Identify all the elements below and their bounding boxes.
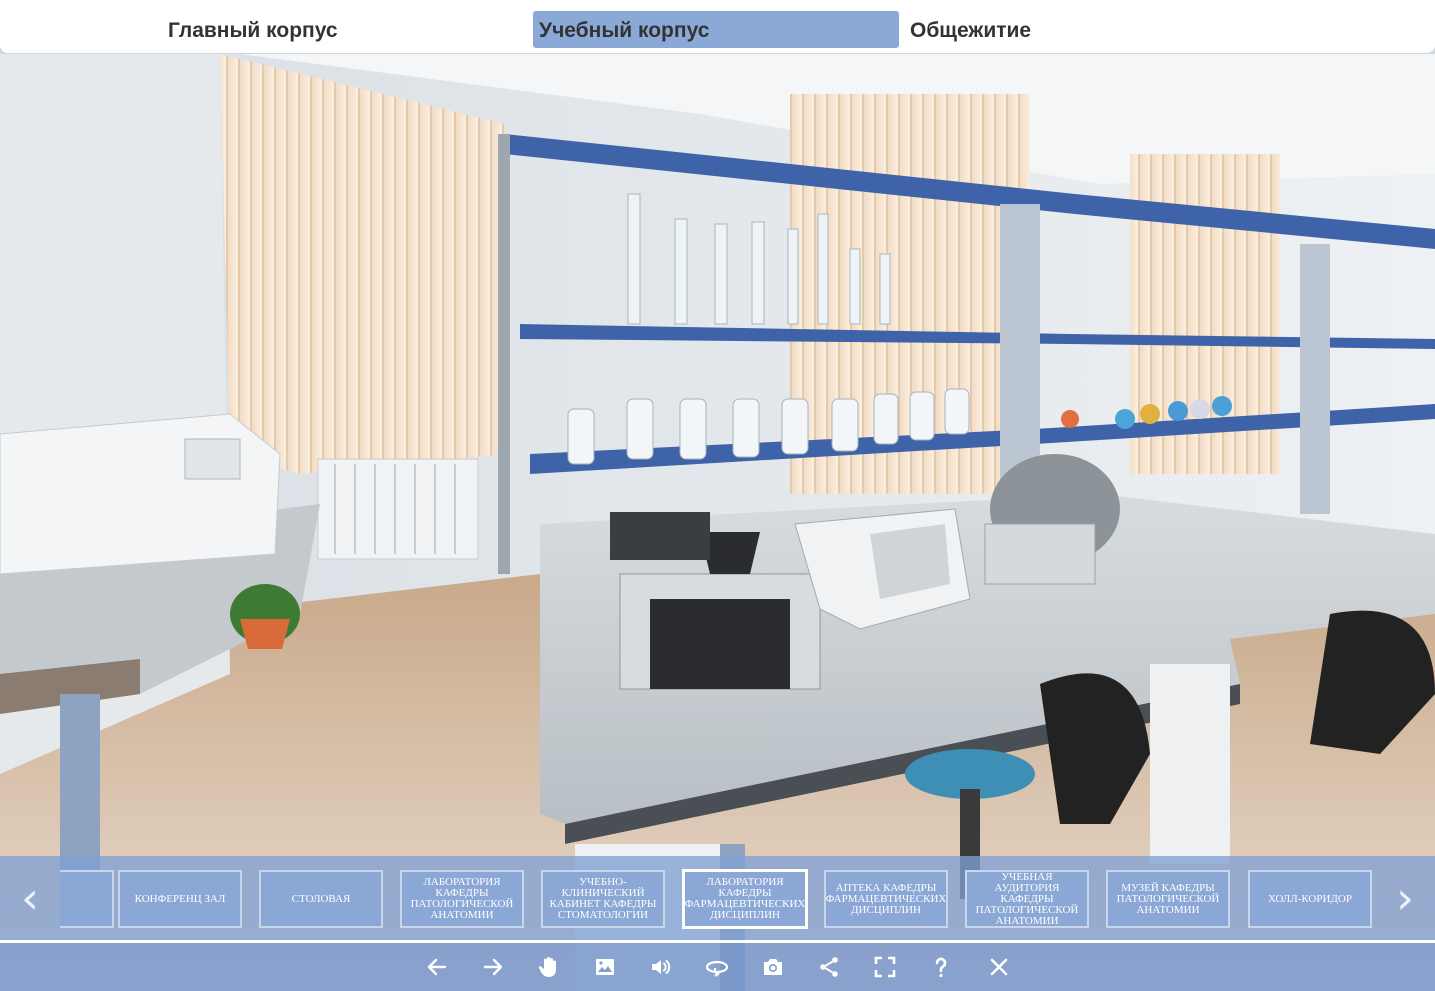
thumbnail-item[interactable]: Конференц зал [118,870,242,928]
share-icon[interactable] [814,952,844,982]
strip-next-arrow-icon[interactable]: › [1390,876,1420,922]
thumbnail-item[interactable]: Учебно-клинический кабинет кафедры стома… [541,870,665,928]
thumbnail-item-active[interactable]: Лаборатория кафедры фармацевтических дис… [682,869,808,929]
hand-icon[interactable] [534,952,564,982]
thumbnail-list: жа Конференц зал Столовая Лаборатория ка… [60,869,1375,931]
fullscreen-icon[interactable] [870,952,900,982]
arrow-right-icon[interactable] [478,952,508,982]
panorama-viewport[interactable] [0,54,1435,991]
thumbnail-item[interactable]: Учебная аудитория кафедры патологической… [965,870,1089,928]
camera-icon[interactable] [758,952,788,982]
building-nav: Главный корпус Учебный корпус Общежитие [0,0,1435,53]
tab-dormitory[interactable]: Общежитие [910,11,1031,48]
rotate-icon[interactable] [702,952,732,982]
thumbnail-item[interactable]: Столовая [259,870,383,928]
panorama-image [0,54,1435,991]
thumbnail-item[interactable]: Лаборатория кафедры патологической анато… [400,870,524,928]
sound-icon[interactable] [646,952,676,982]
tab-main-building[interactable]: Главный корпус [168,11,338,48]
help-icon[interactable] [926,952,956,982]
tab-educational-building[interactable]: Учебный корпус [533,11,899,48]
arrow-left-icon[interactable] [422,952,452,982]
strip-prev-arrow-icon[interactable]: ‹ [15,876,45,922]
gallery-icon[interactable] [590,952,620,982]
close-icon[interactable] [984,952,1014,982]
thumbnail-item[interactable]: Аптека кафедры фармацевтических дисципли… [824,870,948,928]
thumbnail-item[interactable]: Музей кафедры патологической анатомии [1106,870,1230,928]
viewer-toolbar [0,943,1435,991]
scene-thumbnail-strip: ‹ жа Конференц зал Столовая Лаборатория … [0,856,1435,942]
thumbnail-item[interactable]: Холл-коридор [1248,870,1372,928]
thumbnail-item[interactable]: жа [60,870,114,928]
